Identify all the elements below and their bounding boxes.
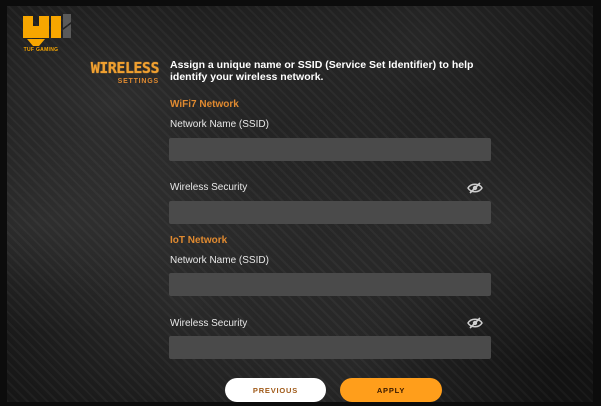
section-title: WIRELESS xyxy=(90,59,160,77)
iot-ssid-input[interactable] xyxy=(169,273,491,296)
wifi7-ssid-label: Network Name (SSID) xyxy=(170,119,269,130)
iot-network-title: IoT Network xyxy=(170,235,228,246)
iot-security-label: Wireless Security xyxy=(170,318,248,329)
eye-slash-icon[interactable] xyxy=(467,317,483,329)
wifi7-network-title: WiFi7 Network xyxy=(170,99,239,110)
previous-button[interactable]: PREVIOUS xyxy=(225,378,326,402)
page-description: Assign a unique name or SSID (Service Se… xyxy=(170,59,474,83)
section-subtitle: SETTINGS xyxy=(117,78,159,85)
wifi7-security-label: Wireless Security xyxy=(170,182,248,193)
wifi7-security-input[interactable] xyxy=(169,201,491,224)
eye-slash-icon[interactable] xyxy=(467,182,483,194)
iot-ssid-label: Network Name (SSID) xyxy=(170,255,269,266)
setup-screen: TUF GAMING WIRELESS SETTINGS Assign a un… xyxy=(7,6,593,402)
logo-text: TUF GAMING xyxy=(23,47,59,53)
apply-button[interactable]: APPLY xyxy=(340,378,442,402)
iot-security-input[interactable] xyxy=(169,336,491,359)
wifi7-ssid-input[interactable] xyxy=(169,138,491,161)
